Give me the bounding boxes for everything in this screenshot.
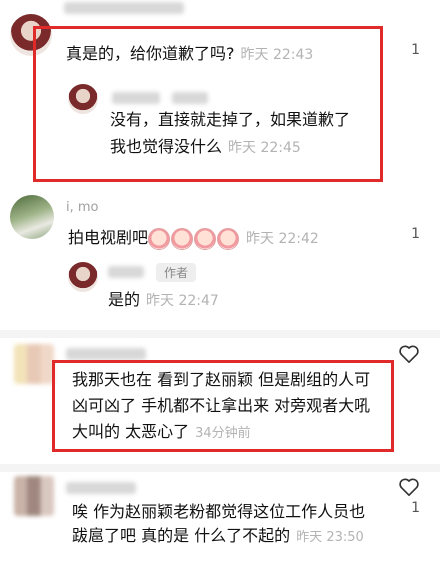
crying-emoji-icon <box>148 227 171 250</box>
comment-text: 凶可凶了 手机都不让拿出来 对旁观者大吼 <box>72 396 371 415</box>
crying-emoji-icon <box>171 227 194 250</box>
comment-text: 我那天也在 看到了赵丽颖 但是剧组的人可 <box>72 370 371 389</box>
reply-name-blurred[interactable] <box>108 266 144 278</box>
commenter-avatar[interactable] <box>10 195 54 239</box>
commenter-name-blurred[interactable] <box>64 2 184 14</box>
reply-time: 昨天 22:47 <box>146 293 219 309</box>
reply-header: 作者 <box>108 263 197 282</box>
commenter-avatar[interactable] <box>14 476 54 516</box>
like-count[interactable]: 1 <box>411 226 420 242</box>
comment-text: 跋扈了吧 真的是 什么了不起的 昨天 23:50 <box>72 522 364 551</box>
section-divider <box>0 330 440 338</box>
reply-text: 是的 昨天 22:47 <box>108 286 219 315</box>
commenter-name-blurred[interactable] <box>66 348 146 360</box>
like-count[interactable]: 1 <box>411 500 420 516</box>
comment-time: 34分钟前 <box>195 426 251 441</box>
comment-time: 昨天 22:43 <box>240 47 314 63</box>
comment-body: 大叫的 太恶心了 <box>72 422 190 441</box>
comment-body: 真是的，给你道歉了吗? <box>66 44 235 63</box>
comment-text: 拍电视剧吧 昨天 22:42 <box>68 224 319 253</box>
comment-text: 唉 作为赵丽颖老粉都觉得这位工作人员也 <box>72 502 366 521</box>
comment-body: 拍电视剧吧 <box>68 228 149 247</box>
comment-time: 昨天 22:42 <box>246 231 319 247</box>
commenter-name[interactable]: i, mo <box>66 200 99 215</box>
comment-body: 跋扈了吧 真的是 什么了不起的 <box>72 526 291 545</box>
comment-text: 真是的，给你道歉了吗? 昨天 22:43 <box>66 40 313 69</box>
reply-avatar[interactable] <box>68 262 98 292</box>
reply-text: 我也觉得没什么 昨天 22:45 <box>110 133 301 162</box>
reply-body: 我也觉得没什么 <box>110 137 223 156</box>
commenter-name-blurred[interactable] <box>66 482 136 494</box>
reply-avatar[interactable] <box>68 84 98 114</box>
reply-name-blurred[interactable] <box>112 92 160 104</box>
heart-outline-icon[interactable] <box>398 477 420 497</box>
like-count[interactable]: 1 <box>411 42 420 58</box>
reply-name-blurred <box>172 92 208 104</box>
crying-emoji-icon <box>194 227 217 250</box>
section-divider <box>0 464 440 472</box>
reply-time: 昨天 22:45 <box>228 140 301 156</box>
reply-body: 是的 <box>108 290 141 309</box>
commenter-avatar[interactable] <box>14 344 54 384</box>
author-badge: 作者 <box>156 263 197 282</box>
crying-emoji-icon <box>217 227 240 250</box>
comment-time: 昨天 23:50 <box>296 530 364 545</box>
reply-text: 没有，直接就走掉了，如果道歉了 <box>110 110 351 129</box>
comment-text: 大叫的 太恶心了 34分钟前 <box>72 418 251 447</box>
heart-outline-icon[interactable] <box>398 344 420 364</box>
